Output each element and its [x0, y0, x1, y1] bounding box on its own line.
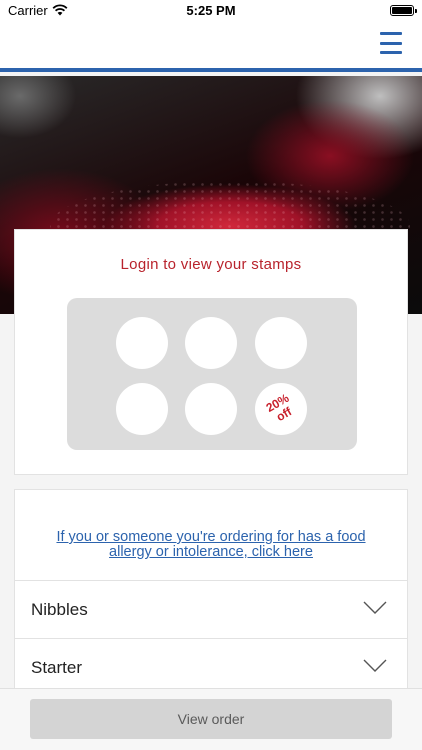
login-to-view-stamps-link[interactable]: Login to view your stamps: [15, 256, 407, 273]
section-label: Starter: [31, 658, 83, 677]
stamp-slot: [116, 383, 168, 435]
hamburger-menu-icon[interactable]: [380, 32, 402, 54]
reward-stamp-slot: 20% off: [255, 383, 307, 435]
stamp-slot: [185, 317, 237, 369]
stamp-slot: [255, 317, 307, 369]
stamp-slot: [116, 317, 168, 369]
footer-bar: View order: [0, 688, 422, 750]
stamp-grid: 20% off: [67, 298, 357, 450]
chevron-down-icon: [363, 659, 387, 672]
stamp-slot: [185, 383, 237, 435]
allergy-info-link[interactable]: If you or someone you're ordering for ha…: [15, 530, 407, 560]
section-label: Nibbles: [31, 600, 88, 619]
reward-label: 20% off: [263, 390, 295, 425]
battery-icon: [390, 5, 417, 16]
view-order-button[interactable]: View order: [30, 699, 392, 739]
status-bar: Carrier 5:25 PM: [0, 0, 422, 22]
top-navbar: [0, 22, 422, 72]
menu-section-nibbles[interactable]: Nibbles: [15, 580, 407, 638]
chevron-down-icon: [363, 601, 387, 614]
loyalty-stamp-card: Login to view your stamps 20% off: [14, 229, 408, 475]
clock: 5:25 PM: [186, 3, 236, 18]
